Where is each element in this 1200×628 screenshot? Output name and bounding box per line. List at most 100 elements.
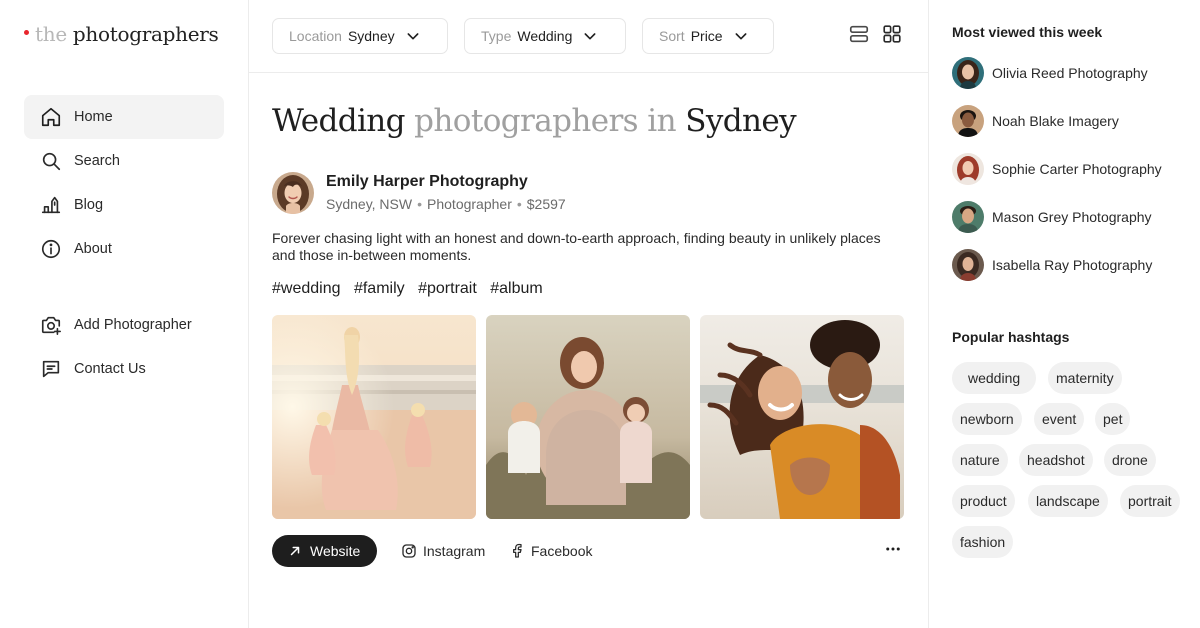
beach-mother-daughters-photo[interactable] — [272, 315, 476, 519]
avatar — [952, 57, 984, 89]
instagram-label: Instagram — [423, 543, 486, 559]
hashtag-chip[interactable]: pet — [1095, 403, 1131, 435]
sidebar-item-label: Contact Us — [74, 361, 146, 377]
more-options-button[interactable] — [881, 535, 905, 567]
headline-middle: photographers in — [414, 103, 676, 139]
facebook-icon — [509, 543, 525, 559]
hashtag-chip[interactable]: event — [1034, 403, 1085, 435]
sidebar-item-add-photographer[interactable]: Add Photographer — [24, 303, 224, 347]
sidebar-item-label: Blog — [74, 197, 104, 213]
avatar — [952, 249, 984, 281]
photographer-price: $2597 — [526, 196, 566, 212]
most-viewed-item[interactable]: Noah Blake Imagery — [952, 105, 1119, 137]
chevron-down-icon — [733, 28, 749, 44]
website-button-label: Website — [310, 543, 361, 559]
hashtag-chip[interactable]: fashion — [952, 526, 1014, 558]
list-view-icon — [848, 23, 870, 50]
tag-link[interactable]: #portrait — [418, 280, 477, 297]
hashtag-chip[interactable]: landscape — [1028, 485, 1108, 517]
sidebar-item-label: About — [74, 241, 112, 257]
message-icon — [40, 358, 62, 380]
info-icon — [40, 238, 62, 260]
tag-link[interactable]: #wedding — [272, 280, 341, 297]
most-viewed-item[interactable]: Mason Grey Photography — [952, 201, 1152, 233]
most-viewed-item[interactable]: Isabella Ray Photography — [952, 249, 1152, 281]
filter-value: Price — [690, 28, 723, 44]
main-content: Location Sydney Type Wedding Sort Price … — [249, 0, 929, 628]
most-viewed-title: Most viewed this week — [952, 24, 1103, 40]
sidebar: the photographers Home Search Blog About — [0, 0, 249, 628]
home-icon — [40, 106, 62, 128]
location-filter[interactable]: Location Sydney — [272, 18, 448, 54]
couple-beach-photo[interactable] — [700, 315, 904, 519]
most-viewed-name: Isabella Ray Photography — [992, 257, 1153, 273]
photographer-actions: Website Instagram Facebook — [272, 535, 905, 567]
instagram-icon — [401, 543, 417, 559]
photographer-bio: Forever chasing light with an honest and… — [272, 230, 881, 263]
most-viewed-item[interactable]: Sophie Carter Photography — [952, 153, 1162, 185]
brand-part-2: photographers — [72, 22, 219, 46]
tag-link[interactable]: #family — [354, 280, 405, 297]
headline-location: Sydney — [685, 103, 797, 139]
brand-logo[interactable]: the photographers — [24, 22, 219, 46]
more-horizontal-icon — [884, 540, 902, 563]
sidebar-item-home[interactable]: Home — [24, 95, 224, 139]
most-viewed-name: Noah Blake Imagery — [992, 113, 1119, 129]
brand-part-1: the — [35, 22, 67, 46]
photographer-role: Photographer — [427, 196, 512, 212]
page-title: Wedding photographers in Sydney — [272, 103, 797, 139]
sort-filter[interactable]: Sort Price — [642, 18, 774, 54]
headline-type: Wedding — [272, 103, 406, 139]
sidebar-item-contact-us[interactable]: Contact Us — [24, 347, 224, 391]
search-icon — [40, 150, 62, 172]
sidebar-item-label: Home — [74, 109, 113, 125]
list-view-button[interactable] — [847, 24, 871, 48]
most-viewed-name: Olivia Reed Photography — [992, 65, 1148, 81]
filter-label: Location — [289, 28, 342, 44]
hashtag-chip[interactable]: product — [952, 485, 1015, 517]
filter-label: Type — [481, 28, 512, 44]
hashtag-chip[interactable]: maternity — [1048, 362, 1122, 394]
instagram-link[interactable]: Instagram — [401, 535, 485, 567]
sidebar-item-about[interactable]: About — [24, 227, 224, 271]
grid-view-icon — [881, 23, 903, 50]
hashtag-chip[interactable]: newborn — [952, 403, 1022, 435]
photographer-tags: #wedding #family #portrait #album — [272, 280, 552, 298]
photographer-avatar[interactable] — [272, 172, 314, 214]
hashtag-chip[interactable]: portrait — [1120, 485, 1180, 517]
hashtag-chip[interactable]: wedding — [952, 362, 1037, 394]
hashtag-chip[interactable]: headshot — [1019, 444, 1093, 476]
most-viewed-name: Mason Grey Photography — [992, 209, 1152, 225]
popular-hashtags-title: Popular hashtags — [952, 329, 1070, 345]
hashtag-chip[interactable]: drone — [1104, 444, 1156, 476]
sidebar-nav: Home Search Blog About Add Photographer … — [24, 95, 224, 391]
filter-label: Sort — [659, 28, 685, 44]
chevron-down-icon — [405, 28, 421, 44]
tag-link[interactable]: #album — [490, 280, 542, 297]
filter-value: Sydney — [347, 28, 395, 44]
camera-plus-icon — [40, 314, 62, 336]
blog-icon — [40, 194, 62, 216]
family-meadow-photo[interactable] — [486, 315, 690, 519]
filter-bar: Location Sydney Type Wedding Sort Price — [249, 0, 929, 73]
sidebar-item-blog[interactable]: Blog — [24, 183, 224, 227]
photographer-city: Sydney, NSW — [326, 196, 413, 212]
grid-view-button[interactable] — [880, 24, 904, 48]
type-filter[interactable]: Type Wedding — [464, 18, 626, 54]
avatar — [952, 201, 984, 233]
website-button[interactable]: Website — [272, 535, 378, 567]
sidebar-item-search[interactable]: Search — [24, 139, 224, 183]
avatar — [952, 105, 984, 137]
hashtag-chip[interactable]: nature — [952, 444, 1008, 476]
avatar — [952, 153, 984, 185]
chevron-down-icon — [582, 28, 598, 44]
photographer-meta: Sydney, NSW • Photographer • $2597 — [326, 196, 566, 212]
right-rail: Most viewed this week Olivia Reed Photog… — [929, 0, 1200, 628]
most-viewed-item[interactable]: Olivia Reed Photography — [952, 57, 1148, 89]
most-viewed-name: Sophie Carter Photography — [992, 161, 1162, 177]
photographer-name[interactable]: Emily Harper Photography — [326, 173, 528, 191]
sidebar-item-label: Search — [74, 153, 120, 169]
facebook-label: Facebook — [531, 543, 593, 559]
facebook-link[interactable]: Facebook — [509, 535, 592, 567]
sidebar-item-label: Add Photographer — [74, 317, 192, 333]
